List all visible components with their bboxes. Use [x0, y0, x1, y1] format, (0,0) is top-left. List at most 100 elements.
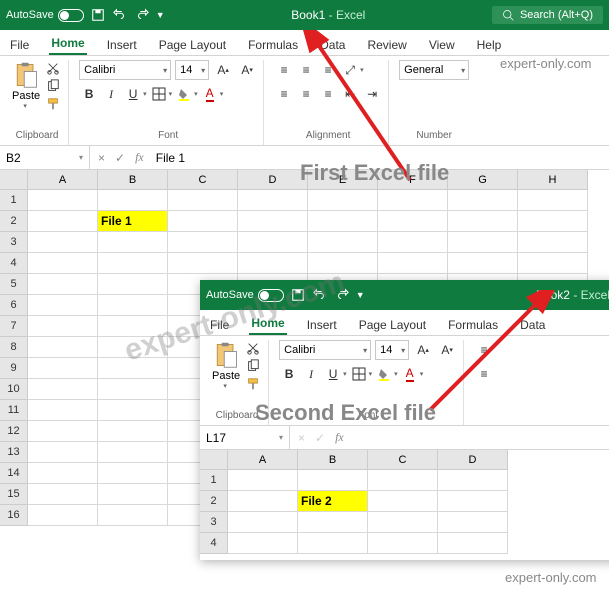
- cell[interactable]: [308, 190, 378, 211]
- cell[interactable]: [98, 190, 168, 211]
- tab-insert[interactable]: Insert: [305, 314, 339, 335]
- row-header[interactable]: 13: [0, 442, 28, 463]
- borders-icon[interactable]: [349, 364, 369, 384]
- cell[interactable]: [368, 533, 438, 554]
- autosave-switch-off[interactable]: [58, 9, 84, 22]
- align-middle-icon[interactable]: ≡: [296, 60, 316, 80]
- cell[interactable]: [98, 232, 168, 253]
- cell[interactable]: [438, 533, 508, 554]
- cell[interactable]: [228, 491, 298, 512]
- copy-icon[interactable]: [44, 78, 62, 94]
- font-color-icon[interactable]: A: [200, 84, 220, 104]
- cell[interactable]: [448, 211, 518, 232]
- cell[interactable]: [228, 512, 298, 533]
- row-header[interactable]: 4: [200, 533, 228, 554]
- decrease-font-icon[interactable]: A▾: [237, 60, 257, 80]
- fx-icon[interactable]: fx: [335, 430, 344, 445]
- row-header[interactable]: 2: [0, 211, 28, 232]
- cell[interactable]: [28, 316, 98, 337]
- col-header[interactable]: F: [378, 170, 448, 190]
- row-header[interactable]: 4: [0, 253, 28, 274]
- row-header[interactable]: 3: [200, 512, 228, 533]
- col-header[interactable]: A: [28, 170, 98, 190]
- number-format-combo[interactable]: General: [399, 60, 469, 80]
- cell[interactable]: [98, 421, 168, 442]
- col-header[interactable]: E: [308, 170, 378, 190]
- borders-icon[interactable]: [149, 84, 169, 104]
- increase-font-icon[interactable]: A▴: [413, 340, 433, 360]
- cell[interactable]: [518, 190, 588, 211]
- cell[interactable]: [448, 190, 518, 211]
- cell[interactable]: [28, 463, 98, 484]
- cell[interactable]: [28, 484, 98, 505]
- tab-help[interactable]: Help: [475, 34, 504, 55]
- cell[interactable]: [28, 211, 98, 232]
- increase-font-icon[interactable]: A▴: [213, 60, 233, 80]
- italic-button[interactable]: I: [101, 84, 121, 104]
- cell[interactable]: [98, 463, 168, 484]
- row-header[interactable]: 7: [0, 316, 28, 337]
- select-all-corner[interactable]: [0, 170, 28, 190]
- cell[interactable]: [28, 358, 98, 379]
- save-icon[interactable]: [290, 287, 306, 303]
- underline-button[interactable]: U: [323, 364, 343, 384]
- decrease-font-icon[interactable]: A▾: [437, 340, 457, 360]
- undo-icon[interactable]: [312, 287, 328, 303]
- cell[interactable]: [518, 253, 588, 274]
- cell[interactable]: [98, 379, 168, 400]
- cancel-formula-icon[interactable]: ×: [98, 151, 105, 165]
- tab-home[interactable]: Home: [49, 32, 86, 55]
- row-header[interactable]: 2: [200, 491, 228, 512]
- cell[interactable]: [518, 232, 588, 253]
- row-header[interactable]: 12: [0, 421, 28, 442]
- name-box[interactable]: B2▾: [0, 146, 90, 169]
- tab-formulas[interactable]: Formulas: [446, 314, 500, 335]
- cell[interactable]: [298, 470, 368, 491]
- align-center-icon[interactable]: ≡: [296, 84, 316, 104]
- cell[interactable]: [98, 484, 168, 505]
- tab-formulas[interactable]: Formulas: [246, 34, 300, 55]
- cell[interactable]: [168, 253, 238, 274]
- italic-button[interactable]: I: [301, 364, 321, 384]
- tab-insert[interactable]: Insert: [105, 34, 139, 55]
- cell[interactable]: [28, 232, 98, 253]
- font-color-icon[interactable]: A: [400, 364, 420, 384]
- tab-file[interactable]: File: [208, 314, 231, 335]
- cell[interactable]: [98, 295, 168, 316]
- redo-icon[interactable]: [134, 7, 150, 23]
- qat-overflow-icon[interactable]: ▼: [356, 290, 365, 300]
- col-header[interactable]: D: [238, 170, 308, 190]
- cell[interactable]: [438, 470, 508, 491]
- enter-formula-icon[interactable]: ✓: [315, 431, 325, 445]
- cell[interactable]: [28, 421, 98, 442]
- align-top-icon[interactable]: ≡: [274, 60, 294, 80]
- cell[interactable]: [168, 232, 238, 253]
- select-all-corner[interactable]: [200, 450, 228, 470]
- col-header[interactable]: D: [438, 450, 508, 470]
- fx-icon[interactable]: fx: [135, 150, 144, 165]
- cell[interactable]: [518, 211, 588, 232]
- cell[interactable]: [378, 190, 448, 211]
- cell[interactable]: [28, 253, 98, 274]
- format-painter-icon[interactable]: [44, 96, 62, 112]
- cell[interactable]: [28, 379, 98, 400]
- cell[interactable]: [168, 190, 238, 211]
- row-header[interactable]: 10: [0, 379, 28, 400]
- row-header[interactable]: 1: [200, 470, 228, 491]
- underline-button[interactable]: U: [123, 84, 143, 104]
- paste-button[interactable]: Paste ▾: [12, 60, 40, 110]
- cut-icon[interactable]: [44, 60, 62, 76]
- row-header[interactable]: 11: [0, 400, 28, 421]
- font-name-combo[interactable]: Calibri: [279, 340, 371, 360]
- search-box[interactable]: Search (Alt+Q): [492, 6, 603, 24]
- cell[interactable]: [228, 470, 298, 491]
- row-header[interactable]: 9: [0, 358, 28, 379]
- cell[interactable]: [98, 400, 168, 421]
- cell[interactable]: [448, 253, 518, 274]
- cancel-formula-icon[interactable]: ×: [298, 431, 305, 445]
- undo-icon[interactable]: [112, 7, 128, 23]
- row-header[interactable]: 15: [0, 484, 28, 505]
- cell[interactable]: [368, 470, 438, 491]
- fill-color-icon[interactable]: [174, 84, 194, 104]
- col-header[interactable]: G: [448, 170, 518, 190]
